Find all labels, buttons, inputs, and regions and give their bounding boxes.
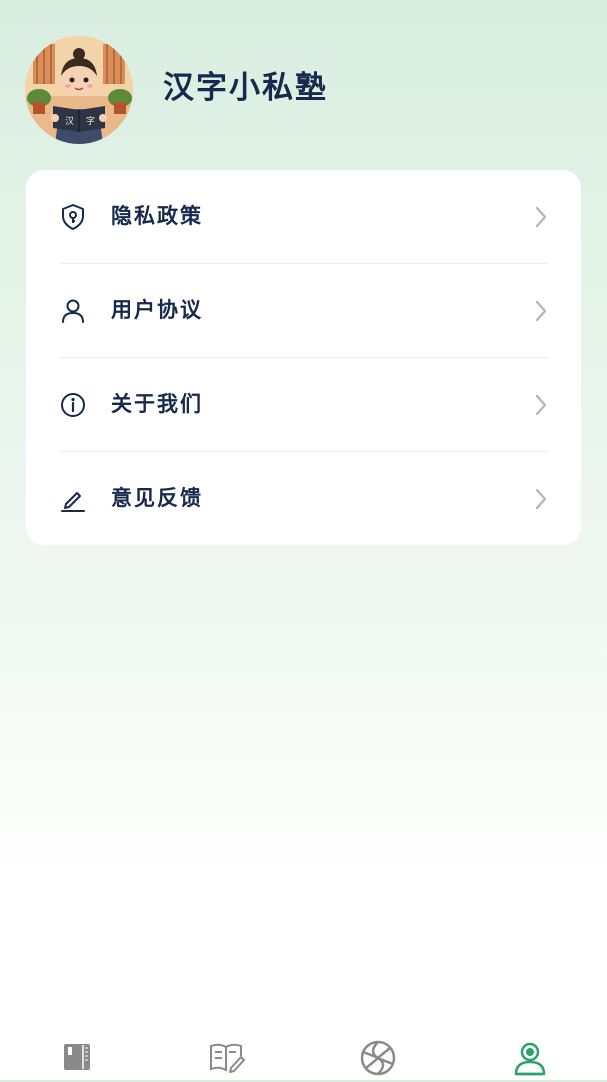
chevron-right-icon	[532, 393, 550, 417]
profile-icon	[510, 1042, 550, 1082]
tab-book[interactable]	[57, 1038, 97, 1078]
menu-item-label: 用户协议	[111, 297, 203, 322]
chevron-right-icon	[532, 299, 550, 323]
chevron-right-icon	[532, 487, 550, 511]
menu-item-feedback[interactable]: 意见反馈	[26, 452, 581, 546]
bottom-tab-bar	[0, 1030, 607, 1080]
avatar: 汉 字	[25, 36, 133, 144]
menu-item-label: 意见反馈	[111, 485, 203, 510]
profile-header: 汉 字 汉字小私塾	[0, 0, 607, 160]
avatar-book-left-char: 汉	[65, 116, 74, 127]
app-name: 汉字小私塾	[163, 70, 328, 106]
settings-menu-card: 隐私政策 用户协议 关于我们 意见反馈	[26, 170, 581, 545]
tab-study[interactable]	[207, 1038, 247, 1078]
menu-item-about-us[interactable]: 关于我们	[26, 358, 581, 452]
chevron-right-icon	[532, 205, 550, 229]
study-edit-icon	[207, 1043, 247, 1082]
menu-item-label: 关于我们	[111, 391, 203, 416]
avatar-book-right-char: 字	[86, 115, 95, 127]
book-icon	[57, 1044, 97, 1082]
tab-explore[interactable]	[358, 1038, 398, 1078]
info-icon	[59, 391, 87, 419]
menu-item-label: 隐私政策	[111, 203, 203, 228]
menu-item-privacy-policy[interactable]: 隐私政策	[26, 170, 581, 264]
user-icon	[59, 297, 87, 325]
pencil-icon	[59, 485, 87, 513]
tab-profile[interactable]	[510, 1038, 550, 1078]
shield-key-icon	[59, 203, 87, 231]
swirl-icon	[358, 1040, 398, 1082]
menu-item-user-agreement[interactable]: 用户协议	[26, 264, 581, 358]
